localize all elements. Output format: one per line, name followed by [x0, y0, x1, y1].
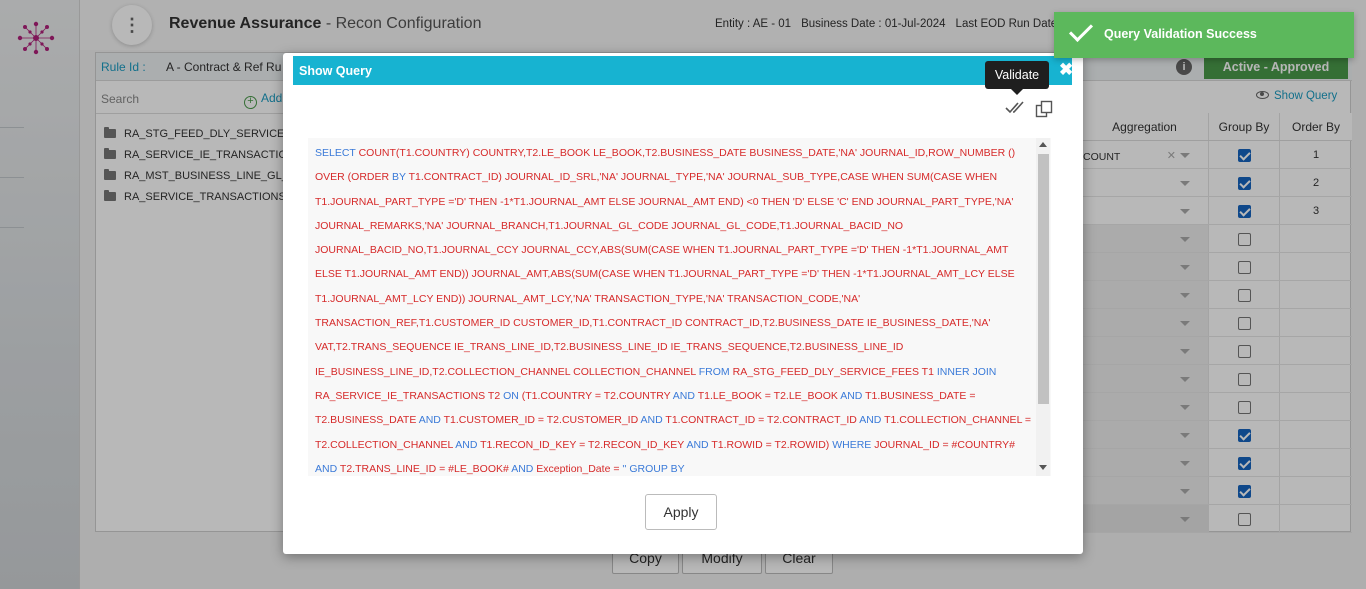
sql-keyword: AND [686, 438, 709, 451]
show-query-dialog: Show Query ✖ Validate SELECT COUNT(T1.CO… [283, 53, 1083, 554]
query-text-area[interactable]: SELECT COUNT(T1.COUNTRY) COUNTRY,T2.LE_B… [308, 138, 1051, 476]
check-icon [1068, 17, 1094, 43]
sql-text: T1.ROWID = T2.ROWID) [708, 438, 833, 451]
sql-text: T1.CONTRACT_ID) JOURNAL_ID_SRL,'NA' JOUR… [315, 171, 1015, 378]
sql-keyword: AND [511, 462, 534, 475]
success-toast: Query Validation Success [1054, 12, 1354, 58]
toast-message: Query Validation Success [1104, 27, 1257, 41]
sql-keyword: AND [315, 462, 338, 475]
sql-text: (T1.COUNTRY = T2.COUNTRY [518, 389, 673, 402]
sql-keyword: BY [670, 462, 685, 475]
validate-tooltip: Validate [985, 61, 1049, 95]
sql-text: Exception_Date = [533, 462, 623, 475]
sql-keyword: INNER [936, 365, 970, 378]
query-text: SELECT COUNT(T1.COUNTRY) COUNTRY,T2.LE_B… [315, 141, 1035, 476]
sql-text: T1.CONTRACT_ID = T2.CONTRACT_ID [662, 414, 860, 427]
double-check-icon[interactable] [1005, 99, 1027, 115]
sql-text: RA_SERVICE_IE_TRANSACTIONS T2 [315, 389, 504, 402]
sql-keyword: GROUP [629, 462, 668, 475]
sql-keyword: ON [503, 389, 519, 402]
sql-text: T2.TRANS_LINE_ID = #LE_BOOK# [337, 462, 512, 475]
sql-keyword: WHERE [832, 438, 872, 451]
sql-keyword: AND [455, 438, 478, 451]
scrollbar[interactable] [1036, 138, 1050, 476]
dialog-header: Show Query ✖ [293, 56, 1073, 85]
dialog-title: Show Query [299, 64, 372, 78]
sql-keyword: AND [840, 389, 863, 402]
copy-icon[interactable] [1035, 100, 1053, 118]
sql-text: T1.LE_BOOK = T2.LE_BOOK [694, 389, 841, 402]
scroll-up-arrow-icon[interactable] [1039, 142, 1047, 147]
sql-keyword: AND [640, 414, 663, 427]
sql-keyword: JOIN [972, 365, 997, 378]
sql-text: T1.RECON_ID_KEY = T2.RECON_ID_KEY [477, 438, 687, 451]
sql-keyword: AND [418, 414, 441, 427]
sql-text: JOURNAL_ID = #COUNTRY# [871, 438, 1015, 451]
sql-keyword: AND [672, 389, 695, 402]
scroll-down-arrow-icon[interactable] [1039, 465, 1047, 470]
sql-keyword: AND [859, 414, 882, 427]
sql-text: RA_STG_FEED_DLY_SERVICE_FEES T1 [729, 365, 937, 378]
sql-keyword: BY [392, 171, 406, 184]
sql-keyword: SELECT [315, 147, 356, 159]
close-icon[interactable]: ✖ [1059, 60, 1073, 80]
sql-text: T1.CUSTOMER_ID = T2.CUSTOMER_ID [440, 414, 641, 427]
sql-keyword: FROM [698, 365, 730, 378]
apply-button[interactable]: Apply [645, 494, 717, 530]
scroll-thumb[interactable] [1038, 154, 1049, 404]
